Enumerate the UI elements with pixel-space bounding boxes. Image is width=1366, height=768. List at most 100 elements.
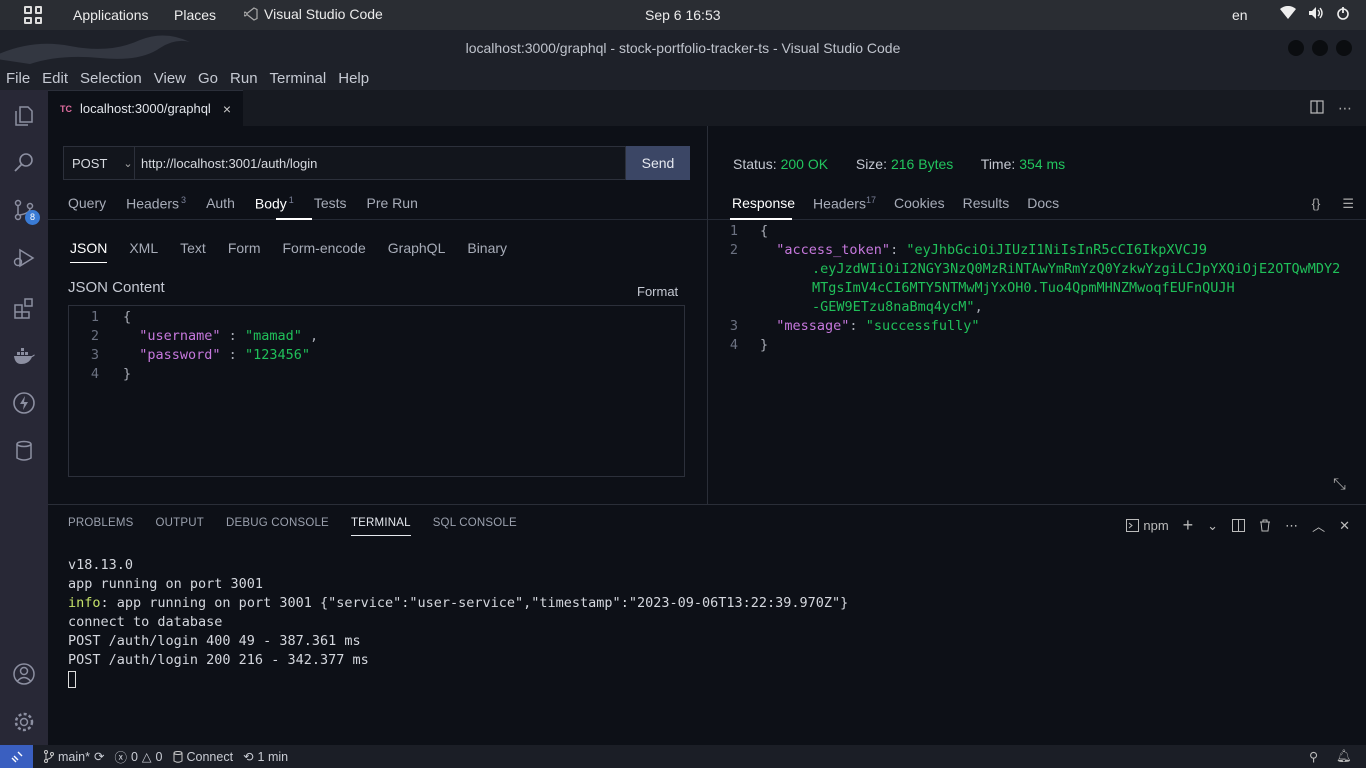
tab-cookies[interactable]: Cookies — [894, 195, 945, 212]
terminal-shell-select[interactable]: npm — [1126, 518, 1169, 533]
tab-headers[interactable]: Headers 3 — [126, 195, 186, 212]
tab-query[interactable]: Query — [68, 195, 106, 212]
send-button[interactable]: Send — [626, 146, 690, 180]
terminal-line: POST /auth/login 400 49 - 387.361 ms — [68, 633, 361, 649]
tab-terminal[interactable]: TERMINAL — [350, 517, 411, 536]
docker-icon[interactable] — [12, 344, 36, 368]
close-tab-icon[interactable]: × — [223, 101, 231, 117]
body-type-xml[interactable]: XML — [129, 240, 158, 263]
tab-pre-run[interactable]: Pre Run — [367, 195, 418, 212]
feedback-icon[interactable]: ⚲ — [1309, 749, 1318, 764]
body-type-form[interactable]: Form — [228, 240, 261, 263]
terminal-cursor — [68, 670, 76, 688]
tab-sql-console[interactable]: SQL CONSOLE — [433, 517, 517, 536]
maximize-panel-icon[interactable]: ︿ — [1312, 516, 1325, 535]
error-count: 0 — [130, 749, 138, 764]
remote-indicator-icon[interactable] — [0, 745, 33, 768]
database-icon[interactable] — [12, 439, 36, 463]
terminal-line: connect to database — [68, 614, 223, 630]
body-type-json[interactable]: JSON — [70, 240, 108, 263]
keyboard-layout[interactable]: en — [1232, 7, 1248, 23]
database-small-icon — [173, 750, 182, 763]
app-grid-icon[interactable] — [24, 6, 42, 24]
terminal-output[interactable]: v18.13.0 app running on port 3001 info: … — [68, 556, 848, 689]
tab-body[interactable]: Body 1 — [255, 195, 294, 212]
split-editor-icon[interactable] — [1310, 100, 1324, 114]
line-number: 2 — [729, 242, 738, 258]
maximize-button[interactable] — [1312, 40, 1328, 56]
active-app-name: Visual Studio Code — [264, 6, 383, 22]
tab-results[interactable]: Results — [963, 195, 1010, 212]
method-value: POST — [72, 155, 108, 171]
tab-docs[interactable]: Docs — [1027, 195, 1059, 212]
tab-response-headers[interactable]: Headers17 — [813, 195, 876, 212]
search-icon[interactable] — [12, 150, 36, 174]
notifications-bell-icon[interactable]: 🔔︎ — [1336, 749, 1352, 764]
window-controls[interactable] — [1288, 40, 1352, 56]
code-token: : — [849, 318, 866, 334]
new-terminal-icon[interactable]: + — [1183, 515, 1194, 536]
menu-terminal[interactable]: Terminal — [264, 70, 333, 87]
code-token: : — [220, 328, 245, 344]
run-debug-icon[interactable] — [12, 246, 36, 270]
extensions-icon[interactable] — [12, 296, 36, 320]
body-type-text[interactable]: Text — [180, 240, 206, 263]
tab-auth[interactable]: Auth — [206, 195, 235, 212]
tab-output[interactable]: OUTPUT — [156, 517, 204, 536]
format-button[interactable]: Format — [637, 284, 678, 299]
url-input[interactable]: http://localhost:3001/auth/login — [135, 146, 626, 180]
json-body-editor[interactable]: 1 { 2 "username" : "mamad" , 3 "password"… — [68, 305, 685, 477]
tab-problems[interactable]: PROBLEMS — [68, 517, 134, 536]
system-tray[interactable] — [1280, 6, 1350, 20]
active-tab-indicator — [276, 218, 312, 220]
braces-icon[interactable]: {} — [1312, 196, 1321, 212]
body-type-graphql[interactable]: GraphQL — [388, 240, 446, 263]
response-body: 1 { 2 "access_token": "eyJhbGciOiJIUzI1Ni… — [708, 222, 1340, 355]
trash-icon[interactable] — [1259, 519, 1271, 532]
access-token-part: "eyJhbGciOiJIUzI1NiIsInR5cCI6IkpXVCJ9 — [906, 242, 1208, 258]
response-headers-count: 17 — [865, 195, 876, 205]
time-value: 354 ms — [1019, 156, 1066, 172]
menu-run[interactable]: Run — [224, 70, 264, 87]
activity-bar: 8 — [0, 90, 48, 745]
request-pane: POST ⌄ http://localhost:3001/auth/login … — [48, 126, 707, 504]
body-type-binary[interactable]: Binary — [467, 240, 507, 263]
applications-menu[interactable]: Applications — [73, 7, 149, 23]
settings-gear-icon[interactable] — [12, 710, 36, 734]
menu-help[interactable]: Help — [332, 70, 375, 87]
menu-selection[interactable]: Selection — [74, 70, 148, 87]
body-count: 1 — [288, 195, 294, 205]
editor-tab-graphql[interactable]: TC localhost:3000/graphql × — [48, 90, 243, 126]
account-icon[interactable] — [12, 662, 36, 686]
size-label: Size: — [855, 156, 887, 172]
tab-debug-console[interactable]: DEBUG CONSOLE — [226, 517, 329, 536]
tab-response[interactable]: Response — [732, 195, 795, 212]
places-menu[interactable]: Places — [174, 7, 216, 23]
menu-lines-icon[interactable]: ☰ — [1342, 196, 1354, 212]
more-actions-icon[interactable]: ⋯ — [1285, 518, 1298, 534]
tab-tests[interactable]: Tests — [314, 195, 347, 212]
split-terminal-icon[interactable] — [1232, 519, 1246, 532]
menu-file[interactable]: File — [0, 70, 36, 87]
menu-edit[interactable]: Edit — [36, 70, 74, 87]
method-select[interactable]: POST ⌄ — [63, 146, 135, 180]
chevron-down-icon[interactable]: ⌄ — [1207, 518, 1218, 534]
code-token: { — [760, 223, 769, 239]
git-branch[interactable]: main* ⟳ — [43, 749, 104, 764]
body-type-form-encode[interactable]: Form-encode — [283, 240, 366, 263]
time-tracker[interactable]: ⟲ 1 min — [243, 749, 288, 765]
clock[interactable]: Sep 6 16:53 — [645, 7, 721, 23]
active-app-menu[interactable]: Visual Studio Code — [244, 6, 383, 22]
close-window-button[interactable] — [1336, 40, 1352, 56]
menu-go[interactable]: Go — [192, 70, 224, 87]
body-type-tabs: JSON XML Text Form Form-encode GraphQL B… — [70, 240, 529, 263]
db-connect[interactable]: Connect — [173, 750, 233, 764]
close-panel-icon[interactable]: ✕ — [1339, 518, 1350, 534]
explorer-icon[interactable] — [12, 104, 36, 128]
thunder-client-icon[interactable] — [12, 391, 36, 415]
minimize-button[interactable] — [1288, 40, 1304, 56]
problems-indicator[interactable]: ⓧ 0 △ 0 — [114, 747, 162, 766]
expand-icon[interactable]: ⤡ — [1333, 476, 1346, 494]
menu-view[interactable]: View — [148, 70, 192, 87]
more-actions-icon[interactable]: ⋯ — [1338, 100, 1352, 117]
